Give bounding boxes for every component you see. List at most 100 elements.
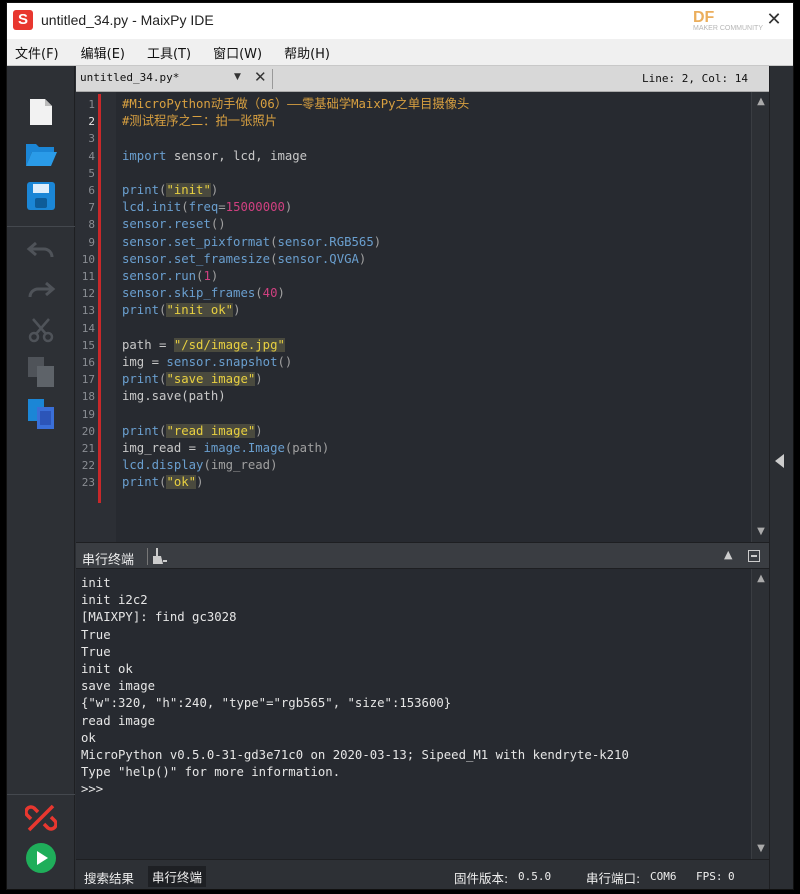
code-token: () (277, 355, 293, 369)
code-token: #MicroPython动手做（06）——零基础学MaixPy之单目摄像头 (122, 97, 470, 111)
menu-tools[interactable]: 工具(T) (145, 41, 193, 64)
line-number-gutter: 1 2 3 4 5 6 7 8 9 10 11 12 13 14 15 16 17 18 19 20 21 22 23 (76, 92, 116, 542)
code-line[interactable]: img_read = image.Image(path) (122, 440, 329, 457)
file-dropdown-icon[interactable]: ▼ (234, 72, 241, 82)
code-token: () (210, 217, 226, 232)
serial-port-value: COM6 (650, 870, 677, 883)
terminal-line: Type "help()" for more information. (81, 765, 341, 780)
code-token: 40 (262, 286, 278, 301)
save-file-button[interactable] (21, 178, 61, 214)
redo-button[interactable] (21, 272, 61, 308)
undo-icon (26, 241, 54, 258)
serial-terminal-output[interactable]: init init i2c2 [MAIXPY]: find gc3028 True Tr… (76, 569, 751, 859)
line-number: 13 (81, 304, 95, 318)
code-token: (path) (284, 441, 330, 455)
line-number: 19 (81, 407, 95, 421)
maximize-panel-icon[interactable] (748, 550, 760, 562)
code-line[interactable]: sensor.skip_frames(40) (122, 285, 285, 302)
code-token: sensor.set_pixformat (122, 234, 271, 249)
code-line[interactable]: lcd.display(img_read) (122, 457, 277, 474)
terminal-scrollbar[interactable]: ▲ ▼ (751, 569, 769, 859)
menu-file[interactable]: 文件(F) (13, 41, 61, 64)
code-line[interactable]: print("init") (122, 182, 218, 199)
scroll-down-icon[interactable]: ▼ (755, 526, 767, 538)
code-token: sensor.run (122, 269, 197, 283)
menu-bar: 文件(F) 编辑(E) 工具(T) 窗口(W) 帮助(H) (7, 39, 793, 66)
serial-terminal-tab[interactable]: 串行终端 (148, 866, 207, 887)
code-line[interactable]: print("init ok") (122, 302, 240, 319)
code-token: sensor.reset (122, 217, 211, 232)
right-side-panel (769, 66, 793, 889)
code-token: "ok" (166, 475, 197, 490)
code-line[interactable]: sensor.reset() (122, 216, 226, 233)
line-number: 5 (88, 166, 95, 180)
code-token: sensor.RGB565 (277, 234, 374, 249)
code-line[interactable]: print("read image") (122, 423, 263, 440)
code-line[interactable]: lcd.init(freq=15000000) (122, 199, 292, 216)
open-file-button[interactable] (21, 136, 61, 172)
code-token: ( (181, 200, 189, 215)
terminal-header: 串行终端 ▲ (76, 542, 769, 569)
scroll-up-icon[interactable]: ▲ (755, 573, 767, 585)
disconnected-link-icon (25, 804, 57, 832)
code-line[interactable]: import sensor, lcd, image (122, 148, 307, 165)
terminal-line: >>> (81, 782, 104, 797)
expand-side-panel-icon[interactable] (775, 454, 784, 468)
firmware-label: 固件版本: (454, 871, 509, 886)
serial-port-label: 串行端口: (586, 871, 641, 886)
window-title: untitled_34.py - MaixPy IDE (41, 12, 214, 28)
paste-button[interactable] (21, 396, 61, 432)
collapse-panel-icon[interactable]: ▲ (724, 548, 732, 561)
close-file-icon[interactable]: ✕ (254, 68, 267, 86)
code-editor[interactable]: 1 2 3 4 5 6 7 8 9 10 11 12 13 14 15 16 17 18 19 20 21 22 23 #M… (76, 92, 751, 542)
code-line[interactable]: path = "/sd/image.jpg" (122, 337, 285, 354)
line-number: 7 (88, 201, 95, 215)
terminal-line: [MAIXPY]: find gc3028 (81, 610, 237, 625)
code-token: path = (122, 337, 174, 352)
code-line[interactable]: #测试程序之二：拍一张照片 (122, 113, 277, 130)
terminal-line: init (81, 576, 111, 590)
menu-help[interactable]: 帮助(H) (282, 41, 332, 64)
code-line[interactable]: img = sensor.snapshot() (122, 354, 292, 371)
file-tab-selector[interactable]: untitled_34.py* (80, 71, 179, 84)
clear-terminal-button[interactable] (152, 547, 168, 569)
code-line[interactable]: sensor.set_pixformat(sensor.RGB565) (122, 234, 381, 251)
scroll-up-icon[interactable]: ▲ (755, 96, 767, 108)
code-token: sensor.set_framesize (122, 251, 271, 266)
line-number: 4 (88, 149, 95, 163)
undo-button[interactable] (21, 232, 61, 268)
code-line[interactable]: print("ok") (122, 474, 203, 491)
code-token: #测试程序之二：拍一张照片 (122, 114, 277, 129)
code-token: img = (122, 355, 167, 369)
menu-window[interactable]: 窗口(W) (211, 41, 264, 64)
code-token: print (122, 423, 160, 438)
code-token: "/sd/image.jpg" (173, 337, 285, 352)
terminal-line: read image (81, 713, 156, 728)
code-token: ) (210, 269, 219, 283)
terminal-title: 串行终端 (82, 553, 135, 568)
run-button[interactable] (23, 840, 59, 876)
code-token: lcd.init (122, 200, 182, 215)
code-token: ( (255, 286, 263, 301)
code-line[interactable]: sensor.set_framesize(sensor.QVGA) (122, 251, 366, 268)
code-token: = (218, 200, 226, 215)
code-line[interactable]: img.save(path) (122, 388, 226, 405)
terminal-line: MicroPython v0.5.0-31-gd3e71c0 on 2020-0… (81, 748, 629, 762)
scroll-down-icon[interactable]: ▼ (755, 843, 767, 855)
search-results-tab[interactable]: 搜索结果 (84, 868, 134, 887)
scissors-icon (28, 318, 54, 343)
close-window-icon[interactable]: ✕ (763, 9, 785, 31)
new-file-button[interactable] (21, 94, 61, 130)
line-number: 3 (88, 132, 95, 146)
editor-scrollbar[interactable]: ▲ ▼ (751, 92, 769, 542)
code-line[interactable]: sensor.run(1) (122, 268, 218, 285)
code-token: 1 (203, 269, 211, 283)
menu-edit[interactable]: 编辑(E) (79, 41, 127, 64)
cut-button[interactable] (21, 312, 61, 348)
code-line[interactable]: #MicroPython动手做（06）——零基础学MaixPy之单目摄像头 (122, 96, 469, 113)
connect-button[interactable] (23, 800, 59, 836)
copy-button[interactable] (21, 354, 61, 390)
line-number: 16 (81, 356, 95, 369)
paste-icon (28, 399, 54, 429)
code-line[interactable]: print("save image") (122, 371, 263, 388)
